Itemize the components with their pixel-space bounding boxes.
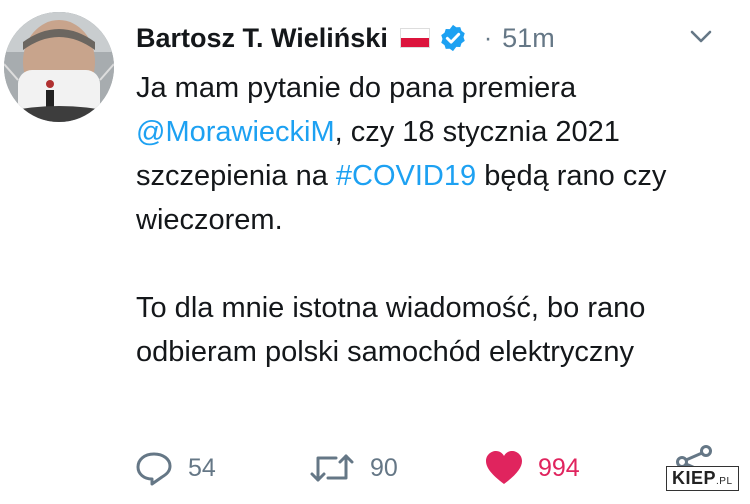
- tweet-timestamp[interactable]: 51m: [502, 23, 555, 54]
- tweet-paragraph-1: Ja mam pytanie do pana premiera @Morawie…: [136, 66, 736, 242]
- hashtag-link[interactable]: #COVID19: [336, 160, 476, 192]
- avatar[interactable]: [4, 12, 114, 122]
- tweet-actions: 54 90 994: [0, 442, 750, 492]
- reply-icon: [136, 452, 172, 486]
- verified-badge-icon: [441, 24, 465, 52]
- retweet-button[interactable]: 90: [308, 450, 398, 486]
- tweet-text-part: Ja mam pytanie do pana premiera: [136, 72, 577, 104]
- mention-link[interactable]: @MorawieckiM: [136, 116, 335, 148]
- watermark-logo: KIEP.PL: [666, 466, 739, 491]
- reply-button[interactable]: 54: [134, 450, 216, 486]
- chevron-down-icon[interactable]: [686, 22, 716, 52]
- header-separator: ·: [483, 23, 493, 52]
- retweet-icon: [310, 454, 354, 482]
- reply-count: 54: [188, 453, 216, 482]
- watermark-brand: KIEP: [672, 468, 717, 488]
- author-name[interactable]: Bartosz T. Wieliński: [136, 23, 388, 54]
- like-count: 994: [538, 453, 580, 482]
- tweet-paragraph-2: To dla mnie istotna wiadomość, bo rano o…: [136, 292, 646, 368]
- like-button[interactable]: 994: [484, 450, 580, 486]
- heart-icon: [486, 451, 522, 484]
- retweet-count: 90: [370, 453, 398, 482]
- watermark-suffix: .PL: [716, 476, 733, 487]
- poland-flag-icon: [399, 28, 430, 48]
- avatar-photo: [4, 12, 114, 122]
- tweet-body: Ja mam pytanie do pana premiera @Morawie…: [136, 66, 736, 374]
- tweet-header: Bartosz T. Wieliński · 51m: [136, 18, 555, 58]
